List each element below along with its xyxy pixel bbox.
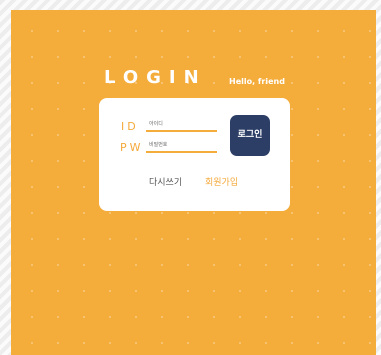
rewrite-button[interactable]: 다시쓰기 [149, 178, 182, 189]
password-input[interactable] [146, 139, 217, 153]
login-title: LOGIN [104, 67, 207, 88]
greeting-text: Hello, friend [229, 77, 285, 86]
id-input[interactable] [146, 118, 217, 132]
id-label: ID [121, 120, 139, 133]
pw-label: PW [120, 141, 144, 154]
sign-up-link[interactable]: 회원가입 [205, 178, 238, 189]
login-button[interactable]: 로그인 [230, 115, 270, 156]
login-card: ID PW 로그인 다시쓰기 회원가입 [99, 98, 290, 211]
